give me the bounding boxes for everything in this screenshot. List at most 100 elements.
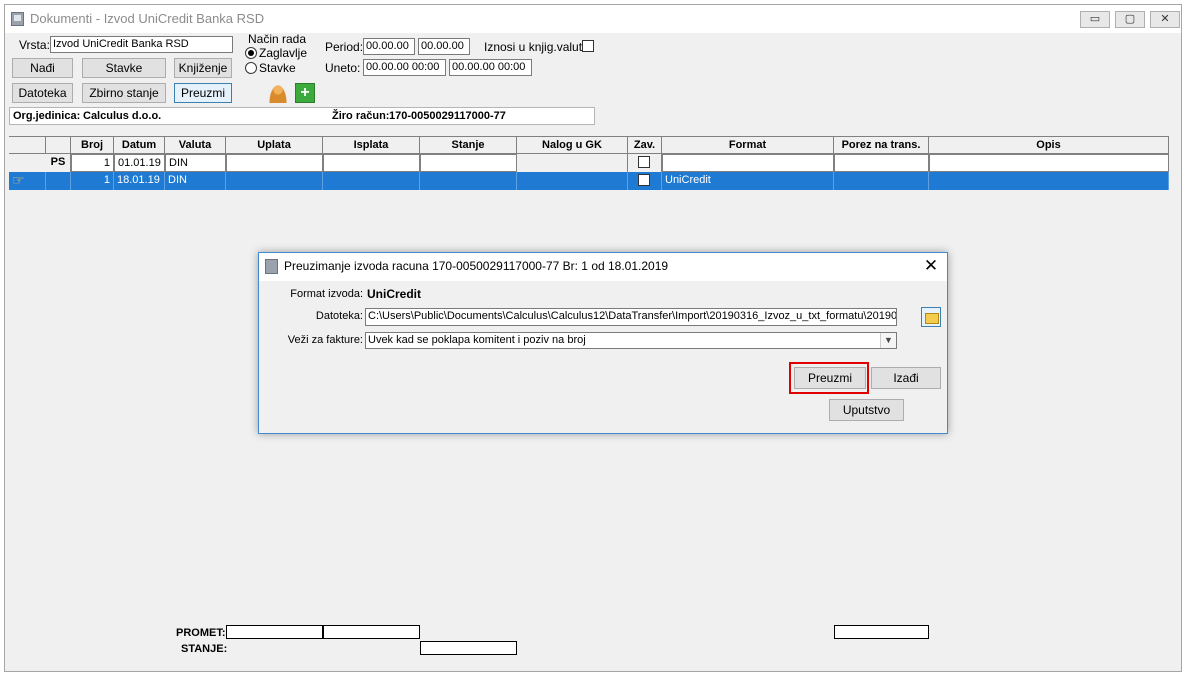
org-label: Org.jedinica: bbox=[13, 110, 81, 122]
header-format[interactable]: Format bbox=[662, 136, 834, 154]
preuzimanje-dialog: Preuzimanje izvoda racuna 170-0050029117… bbox=[258, 252, 948, 434]
period-from-input[interactable]: 00.00.00 bbox=[363, 38, 415, 55]
zbirno-stanje-button[interactable]: Zbirno stanje bbox=[82, 83, 166, 103]
cell-stanje[interactable] bbox=[420, 172, 517, 190]
cell-format[interactable] bbox=[662, 154, 834, 172]
chevron-down-icon[interactable]: ▼ bbox=[880, 333, 896, 348]
izadji-button[interactable]: Izađi bbox=[871, 367, 941, 389]
cell-valuta[interactable]: DIN bbox=[165, 154, 226, 172]
datoteka-label: Datoteka: bbox=[315, 310, 363, 322]
cell-uplata[interactable] bbox=[226, 172, 323, 190]
table-row-selected[interactable]: ☞ 1 18.01.19 DIN UniCredit bbox=[9, 172, 1169, 190]
org-bar: Org.jedinica: Calculus d.o.o. Žiro račun… bbox=[9, 107, 595, 125]
header-marker bbox=[9, 136, 46, 154]
header-uplata[interactable]: Uplata bbox=[226, 136, 323, 154]
header-empty bbox=[46, 136, 71, 154]
knjizenje-button[interactable]: Knjiženje bbox=[174, 58, 232, 78]
radio-zaglavlje-label: Zaglavlje bbox=[259, 46, 308, 60]
header-broj[interactable]: Broj bbox=[71, 136, 114, 154]
nadji-button[interactable]: Nađi bbox=[12, 58, 73, 78]
documents-table: Broj Datum Valuta Uplata Isplata Stanje … bbox=[9, 133, 1169, 190]
promet-uplata bbox=[226, 625, 323, 639]
promet-isplata bbox=[323, 625, 420, 639]
folder-icon[interactable] bbox=[921, 307, 941, 327]
uneto-to-input[interactable]: 00.00.00 00:00 bbox=[449, 59, 532, 76]
zav-checkbox[interactable] bbox=[638, 156, 650, 168]
dialog-title: Preuzimanje izvoda racuna 170-0050029117… bbox=[284, 259, 669, 273]
highlight-annotation bbox=[789, 362, 869, 394]
header-isplata[interactable]: Isplata bbox=[323, 136, 420, 154]
cell-datum[interactable]: 18.01.19 bbox=[114, 172, 165, 190]
minimize-button[interactable]: ▭ bbox=[1080, 11, 1110, 28]
vezi-za-fakture-value: Uvek kad se poklapa komitent i poziv na … bbox=[368, 334, 586, 346]
pointing-hand-icon: ☞ bbox=[9, 172, 46, 190]
stavke-button[interactable]: Stavke bbox=[82, 58, 166, 78]
close-button[interactable]: ✕ bbox=[1150, 11, 1180, 28]
cell-isplata[interactable] bbox=[323, 154, 420, 172]
cell-nalog-gk bbox=[517, 172, 628, 190]
user-icon[interactable] bbox=[268, 83, 288, 103]
datoteka-button[interactable]: Datoteka bbox=[12, 83, 73, 103]
header-valuta[interactable]: Valuta bbox=[165, 136, 226, 154]
row-marker-empty bbox=[9, 154, 46, 172]
preuzmi-toolbar-button[interactable]: Preuzmi bbox=[174, 83, 232, 103]
header-zav[interactable]: Zav. bbox=[628, 136, 662, 154]
period-label: Period: bbox=[325, 40, 364, 54]
cell-valuta[interactable]: DIN bbox=[165, 172, 226, 190]
stanje-label: STANJE: bbox=[181, 643, 228, 655]
radio-stavke-label: Stavke bbox=[259, 61, 296, 75]
promet-porez bbox=[834, 625, 929, 639]
header-datum[interactable]: Datum bbox=[114, 136, 165, 154]
cell-nalog-gk bbox=[517, 154, 628, 172]
row-marker-ps: PS bbox=[46, 154, 71, 172]
cell-porez[interactable] bbox=[834, 172, 929, 190]
datoteka-input[interactable]: C:\Users\Public\Documents\Calculus\Calcu… bbox=[365, 308, 897, 326]
cell-isplata[interactable] bbox=[323, 172, 420, 190]
header-opis[interactable]: Opis bbox=[929, 136, 1169, 154]
uneto-label: Uneto: bbox=[325, 61, 361, 75]
promet-label: PROMET: bbox=[176, 627, 226, 639]
uneto-from-input[interactable]: 00.00.00 00:00 bbox=[363, 59, 446, 76]
stanje-value bbox=[420, 641, 517, 655]
org-value: Calculus d.o.o. bbox=[83, 110, 162, 122]
radio-zaglavlje[interactable] bbox=[245, 47, 257, 59]
dialog-close-button[interactable]: ✕ bbox=[919, 255, 943, 279]
row-marker-empty bbox=[46, 172, 71, 190]
period-to-input[interactable]: 00.00.00 bbox=[418, 38, 470, 55]
header-nalog-gk[interactable]: Nalog u GK bbox=[517, 136, 628, 154]
vrsta-input[interactable]: Izvod UniCredit Banka RSD bbox=[50, 36, 233, 53]
vezi-za-fakture-select[interactable]: Uvek kad se poklapa komitent i poziv na … bbox=[365, 332, 897, 349]
ziro-label: Žiro račun: bbox=[332, 110, 390, 122]
header-porez[interactable]: Porez na trans. bbox=[834, 136, 929, 154]
title-bar[interactable]: Dokumenti - Izvod UniCredit Banka RSD ▭ … bbox=[5, 5, 1181, 33]
cell-opis[interactable] bbox=[929, 154, 1169, 172]
window-title: Dokumenti - Izvod UniCredit Banka RSD bbox=[30, 11, 265, 26]
header-stanje[interactable]: Stanje bbox=[420, 136, 517, 154]
add-icon[interactable]: + bbox=[295, 83, 315, 103]
cell-zav bbox=[628, 154, 662, 172]
table-row[interactable]: PS 1 01.01.19 DIN bbox=[9, 154, 1169, 172]
cell-zav bbox=[628, 172, 662, 190]
cell-opis[interactable] bbox=[929, 172, 1169, 190]
cell-porez[interactable] bbox=[834, 154, 929, 172]
cell-datum[interactable]: 01.01.19 bbox=[114, 154, 165, 172]
cell-uplata[interactable] bbox=[226, 154, 323, 172]
iznosi-label: Iznosi u knjig.valuti: bbox=[484, 40, 589, 54]
ziro-value: 170-0050029117000-77 bbox=[389, 110, 506, 122]
cell-broj[interactable]: 1 bbox=[71, 172, 114, 190]
uputstvo-button[interactable]: Uputstvo bbox=[829, 399, 904, 421]
format-izvoda-value: UniCredit bbox=[367, 287, 421, 301]
zav-checkbox[interactable] bbox=[638, 174, 650, 186]
cell-broj[interactable]: 1 bbox=[71, 154, 114, 172]
maximize-button[interactable]: ▢ bbox=[1115, 11, 1145, 28]
cell-format[interactable]: UniCredit bbox=[662, 172, 834, 190]
cell-stanje[interactable] bbox=[420, 154, 517, 172]
vrsta-label: Vrsta: bbox=[19, 38, 50, 52]
format-izvoda-label: Format izvoda: bbox=[290, 288, 363, 300]
table-header: Broj Datum Valuta Uplata Isplata Stanje … bbox=[9, 136, 1169, 154]
dialog-app-icon bbox=[265, 259, 278, 274]
iznosi-checkbox[interactable] bbox=[582, 40, 594, 52]
radio-stavke[interactable] bbox=[245, 62, 257, 74]
dialog-title-bar[interactable]: Preuzimanje izvoda racuna 170-0050029117… bbox=[259, 253, 947, 281]
app-icon bbox=[11, 12, 24, 26]
